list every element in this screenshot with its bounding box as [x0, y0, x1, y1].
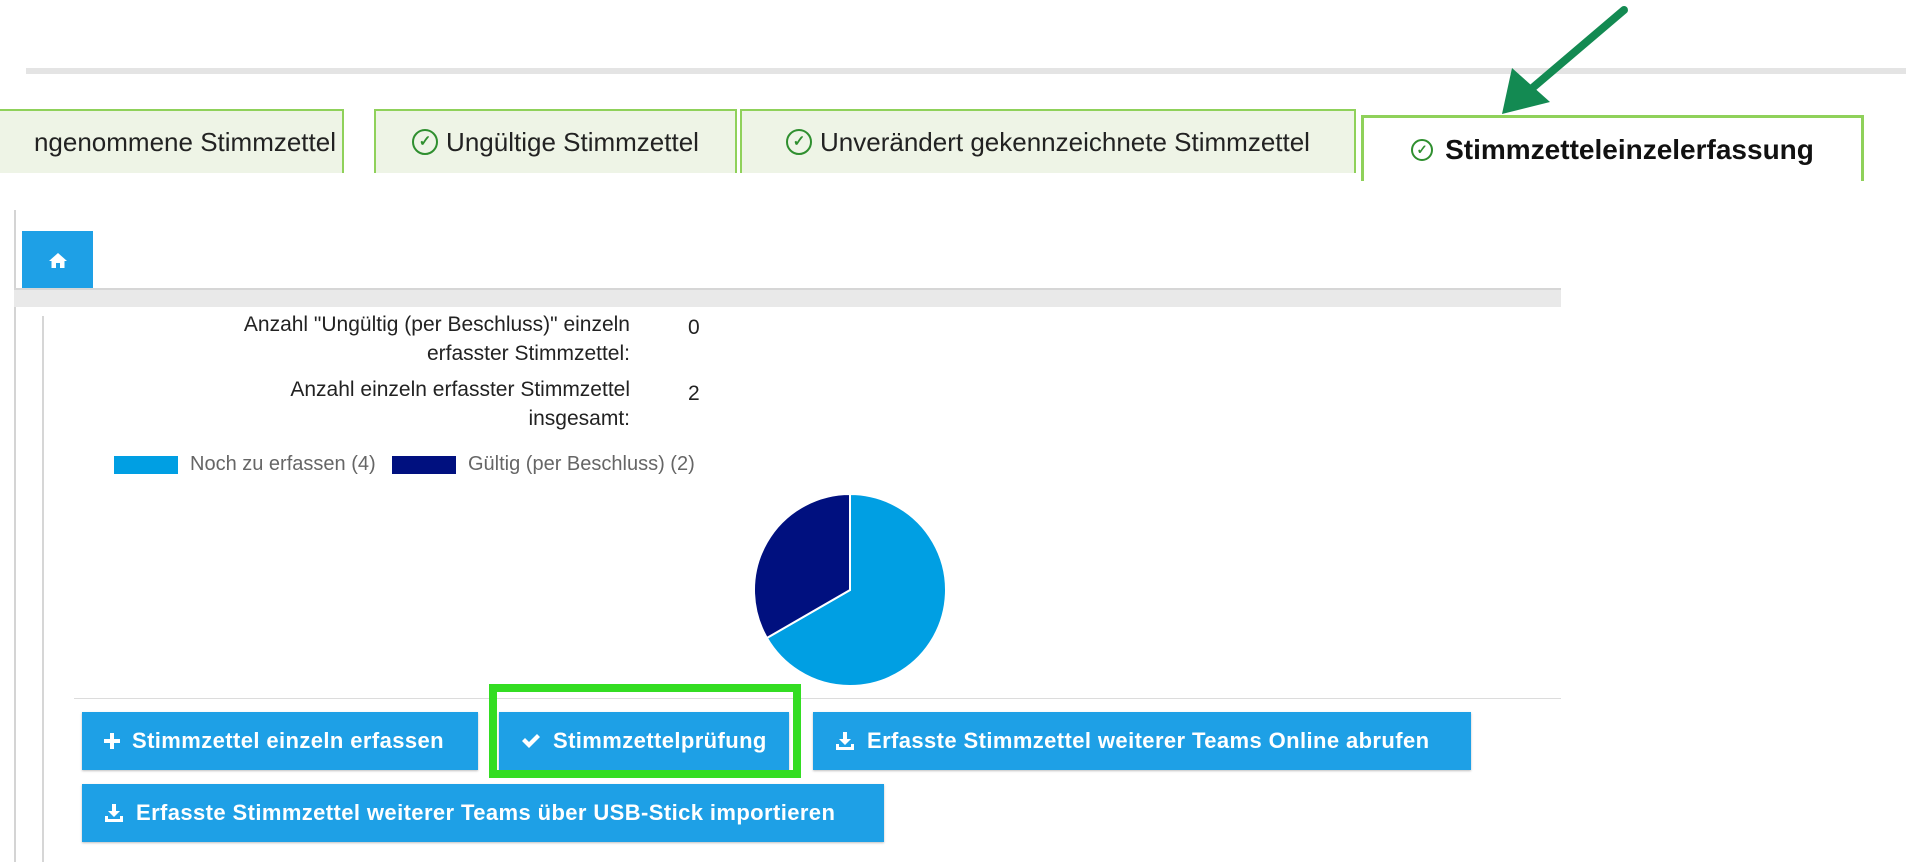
checkmark-icon: [521, 733, 541, 749]
check-circle-icon: ✓: [786, 129, 813, 155]
legend-label: Noch zu erfassen (4): [190, 453, 376, 475]
download-icon: [104, 803, 124, 823]
tab-label: Stimmzetteleinzelerfassung: [1445, 133, 1814, 165]
content-divider: [74, 698, 1561, 699]
home-icon: [48, 252, 67, 268]
home-button[interactable]: [22, 231, 93, 289]
check-circle-icon: ✓: [1411, 138, 1434, 161]
legend-swatch: [392, 455, 456, 474]
button-label: Erfasste Stimmzettel weiterer Teams Onli…: [867, 728, 1430, 753]
check-circle-icon: ✓: [412, 129, 439, 155]
tab-label: ngenommene Stimmzettel: [33, 126, 336, 157]
stat-label: Anzahl einzeln erfasster Stimmzettel ins…: [290, 378, 630, 430]
tab-stimmzetteleinzelerfassung[interactable]: ✓ Stimmzetteleinzelerfassung: [1361, 115, 1864, 181]
left-border: [14, 210, 16, 862]
legend-label: Gültig (per Beschluss) (2): [468, 453, 695, 475]
button-label: Stimmzettel einzeln erfassen: [132, 728, 444, 753]
tab-ungueltige-stimmzettel[interactable]: ✓ Ungültige Stimmzettel: [374, 109, 737, 173]
stimmzettelpruefung-button[interactable]: Stimmzettelprüfung: [499, 712, 789, 770]
pie-chart: [753, 492, 947, 687]
stimmzettel-einzeln-erfassen-button[interactable]: Stimmzettel einzeln erfassen: [82, 712, 478, 770]
tab-label: Unverändert gekennzeichnete Stimmzettel: [820, 126, 1310, 157]
legend-swatch: [114, 455, 178, 474]
download-icon: [835, 731, 855, 751]
plus-icon: [104, 733, 120, 749]
content-left-border: [42, 316, 44, 862]
legend-item-noch-zu-erfassen: Noch zu erfassen (4): [114, 453, 376, 476]
button-label: Erfasste Stimmzettel weiterer Teams über…: [136, 800, 836, 825]
legend-item-gueltig: Gültig (per Beschluss) (2): [392, 453, 695, 476]
tab-label: Ungültige Stimmzettel: [446, 126, 699, 157]
online-abrufen-button[interactable]: Erfasste Stimmzettel weiterer Teams Onli…: [813, 712, 1471, 770]
tab-angenommene-stimmzettel[interactable]: ngenommene Stimmzettel: [0, 109, 344, 173]
header-band: [14, 288, 1561, 307]
usb-import-button[interactable]: Erfasste Stimmzettel weiterer Teams über…: [82, 784, 884, 842]
annotation-arrow-icon: [1502, 6, 1628, 114]
stat-value: 2: [688, 382, 700, 405]
stat-label: Anzahl "Ungültig (per Beschluss)" einzel…: [243, 313, 630, 365]
stat-value: 0: [688, 316, 700, 339]
tab-unveraendert-gekennzeichnete[interactable]: ✓ Unverändert gekennzeichnete Stimmzette…: [740, 109, 1356, 173]
button-label: Stimmzettelprüfung: [553, 728, 767, 753]
